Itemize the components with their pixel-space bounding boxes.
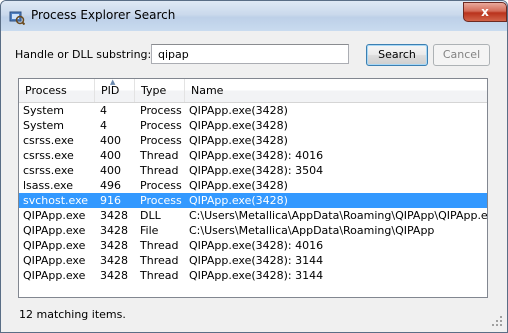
- table-row[interactable]: QIPApp.exe 3428 DLL C:\Users\Metallica\AppD…: [19, 208, 487, 223]
- cell-type: Process: [140, 179, 182, 192]
- window-title: Process Explorer Search: [31, 8, 176, 22]
- cell-pid: 496: [100, 179, 121, 192]
- column-header-name[interactable]: Name: [185, 79, 487, 102]
- table-row[interactable]: QIPApp.exe 3428 File C:\Users\Metallica\App…: [19, 223, 487, 238]
- cell-name: QIPApp.exe(3428): [189, 104, 288, 117]
- cell-name: QIPApp.exe(3428): 3144: [189, 269, 324, 282]
- cell-pid: 3428: [100, 239, 128, 252]
- column-header-process[interactable]: Process: [19, 79, 95, 102]
- search-button[interactable]: Search: [366, 44, 428, 66]
- table-row[interactable]: System 4 Process QIPApp.exe(3428): [19, 118, 487, 133]
- resize-grip-icon[interactable]: [491, 315, 503, 327]
- list-header: Process ▲ PID Type Name: [19, 79, 487, 103]
- cell-name: QIPApp.exe(3428): 4016: [189, 239, 324, 252]
- cell-type: DLL: [140, 209, 161, 222]
- cell-process: System: [23, 104, 65, 117]
- cell-process: csrss.exe: [23, 134, 74, 147]
- cell-type: Thread: [140, 269, 179, 282]
- cell-process: QIPApp.exe: [23, 254, 86, 267]
- cell-name: QIPApp.exe(3428): 3504: [189, 164, 324, 177]
- cell-pid: 3428: [100, 209, 128, 222]
- cell-pid: 3428: [100, 269, 128, 282]
- table-row[interactable]: csrss.exe 400 Thread QIPApp.exe(3428): 3504: [19, 163, 487, 178]
- cell-pid: 916: [100, 194, 121, 207]
- close-button[interactable]: x: [463, 2, 507, 22]
- cell-process: QIPApp.exe: [23, 209, 86, 222]
- cell-process: lsass.exe: [23, 179, 73, 192]
- cell-process: QIPApp.exe: [23, 224, 86, 237]
- cell-pid: 4: [100, 119, 107, 132]
- column-header-type[interactable]: Type: [135, 79, 185, 102]
- cell-name: QIPApp.exe(3428): [189, 119, 288, 132]
- cell-process: csrss.exe: [23, 164, 74, 177]
- table-row[interactable]: csrss.exe 400 Process QIPApp.exe(3428): [19, 133, 487, 148]
- cell-name: QIPApp.exe(3428): [189, 179, 288, 192]
- cell-pid: 400: [100, 149, 121, 162]
- cell-process: QIPApp.exe: [23, 239, 86, 252]
- cell-pid: 3428: [100, 224, 128, 237]
- cell-pid: 400: [100, 134, 121, 147]
- cell-name: C:\Users\Metallica\AppData\Roaming\QIPAp…: [189, 224, 435, 237]
- table-row[interactable]: lsass.exe 496 Process QIPApp.exe(3428): [19, 178, 487, 193]
- cell-type: Thread: [140, 254, 179, 267]
- process-explorer-icon: [9, 11, 25, 25]
- cell-type: Thread: [140, 239, 179, 252]
- cell-name: QIPApp.exe(3428): 4016: [189, 149, 324, 162]
- table-row[interactable]: csrss.exe 400 Thread QIPApp.exe(3428): 4016: [19, 148, 487, 163]
- table-row[interactable]: QIPApp.exe 3428 Thread QIPApp.exe(3428): 31…: [19, 268, 487, 283]
- cell-pid: 3428: [100, 254, 128, 267]
- cell-type: Process: [140, 104, 182, 117]
- table-row[interactable]: System 4 Process QIPApp.exe(3428): [19, 103, 487, 118]
- cell-process: System: [23, 119, 65, 132]
- cell-process: csrss.exe: [23, 149, 74, 162]
- search-label: Handle or DLL substring:: [15, 48, 152, 61]
- cell-pid: 4: [100, 104, 107, 117]
- table-row[interactable]: QIPApp.exe 3428 Thread QIPApp.exe(3428): 40…: [19, 238, 487, 253]
- cell-type: File: [140, 224, 159, 237]
- table-row[interactable]: QIPApp.exe 3428 Thread QIPApp.exe(3428): 31…: [19, 253, 487, 268]
- cell-type: Thread: [140, 149, 179, 162]
- cell-pid: 400: [100, 164, 121, 177]
- cell-type: Thread: [140, 164, 179, 177]
- search-dialog: Process Explorer Search x Handle or DLL …: [0, 0, 508, 333]
- status-text: 12 matching items.: [19, 308, 126, 321]
- cell-name: C:\Users\Metallica\AppData\Roaming\QIPAp…: [189, 209, 488, 222]
- close-icon: x: [481, 5, 489, 19]
- cell-name: QIPApp.exe(3428): [189, 194, 288, 207]
- search-input[interactable]: [151, 44, 349, 64]
- sort-ascending-icon: ▲: [110, 78, 116, 86]
- results-list[interactable]: Process ▲ PID Type Name System 4 Process QI…: [18, 78, 488, 298]
- title-bar[interactable]: Process Explorer Search x: [1, 1, 507, 31]
- table-row[interactable]: svchost.exe 916 Process QIPApp.exe(3428): [19, 193, 487, 208]
- cell-process: QIPApp.exe: [23, 269, 86, 282]
- cell-name: QIPApp.exe(3428): 3144: [189, 254, 324, 267]
- cell-type: Process: [140, 194, 182, 207]
- cell-type: Process: [140, 134, 182, 147]
- cell-type: Process: [140, 119, 182, 132]
- cancel-button[interactable]: Cancel: [433, 44, 490, 66]
- column-header-pid[interactable]: ▲ PID: [95, 79, 135, 102]
- cell-name: QIPApp.exe(3428): [189, 134, 288, 147]
- cell-process: svchost.exe: [23, 194, 89, 207]
